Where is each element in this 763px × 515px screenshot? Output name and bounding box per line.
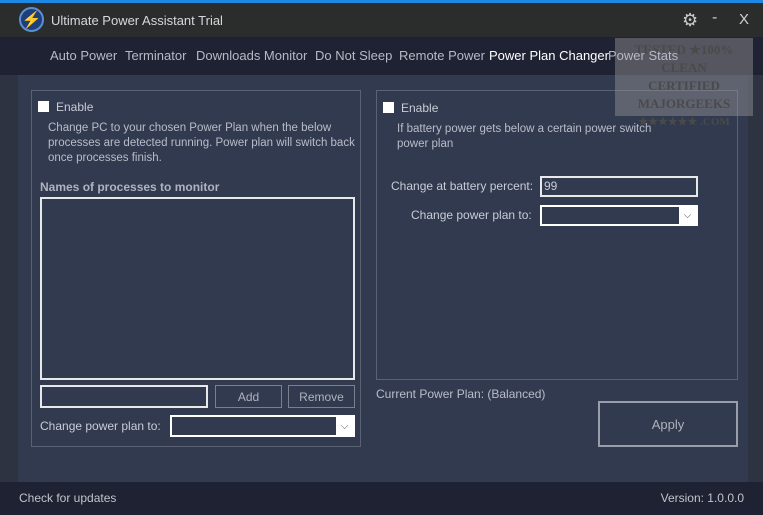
tab-auto-power[interactable]: Auto Power bbox=[50, 48, 117, 63]
version-label: Version: 1.0.0.0 bbox=[660, 491, 744, 505]
left-enable-checkbox[interactable] bbox=[38, 101, 49, 112]
battery-percent-label: Change at battery percent: bbox=[391, 179, 534, 193]
tab-terminator[interactable]: Terminator bbox=[125, 48, 186, 63]
add-button[interactable]: Add bbox=[215, 385, 282, 408]
left-plan-label: Change power plan to: bbox=[40, 419, 161, 433]
left-description: Change PC to your chosen Power Plan when… bbox=[48, 122, 355, 164]
footer: Check for updates Version: 1.0.0.0 bbox=[0, 482, 763, 515]
left-enable-label: Enable bbox=[56, 100, 94, 114]
process-list[interactable] bbox=[40, 197, 355, 380]
tab-bar: Auto Power Terminator Downloads Monitor … bbox=[0, 37, 763, 75]
right-enable-label: Enable bbox=[401, 101, 439, 115]
left-plan-select[interactable]: ⌵ bbox=[170, 415, 355, 437]
apply-button[interactable]: Apply bbox=[598, 401, 738, 447]
lightning-logo-icon: ⚡ bbox=[19, 7, 44, 32]
chevron-down-icon: ⌵ bbox=[679, 207, 696, 224]
chevron-down-icon: ⌵ bbox=[336, 417, 353, 435]
right-plan-select[interactable]: ⌵ bbox=[540, 205, 698, 226]
window-title: Ultimate Power Assistant Trial bbox=[51, 13, 223, 28]
right-plan-label: Change power plan to: bbox=[411, 208, 532, 222]
gear-icon[interactable]: ⚙ bbox=[682, 10, 698, 31]
check-updates-link[interactable]: Check for updates bbox=[19, 491, 116, 505]
tab-power-plan-changer[interactable]: Power Plan Changer bbox=[489, 48, 609, 63]
tab-remote-power[interactable]: Remote Power bbox=[399, 48, 485, 63]
remove-button[interactable]: Remove bbox=[288, 385, 355, 408]
tab-do-not-sleep[interactable]: Do Not Sleep bbox=[315, 48, 392, 63]
close-button[interactable]: X bbox=[739, 11, 749, 28]
tab-power-stats[interactable]: Power Stats bbox=[608, 48, 678, 63]
process-list-title: Names of processes to monitor bbox=[40, 180, 220, 194]
tab-downloads-monitor[interactable]: Downloads Monitor bbox=[196, 48, 307, 63]
process-input[interactable] bbox=[40, 385, 208, 408]
battery-percent-input[interactable]: 99 bbox=[540, 176, 698, 197]
right-enable-checkbox[interactable] bbox=[383, 102, 394, 113]
minimize-button[interactable]: - bbox=[712, 9, 717, 27]
right-description: If battery power gets below a certain po… bbox=[397, 123, 652, 150]
current-power-plan: Current Power Plan: (Balanced) bbox=[376, 387, 546, 401]
title-bar: ⚡ Ultimate Power Assistant Trial ⚙ - X bbox=[0, 3, 763, 37]
